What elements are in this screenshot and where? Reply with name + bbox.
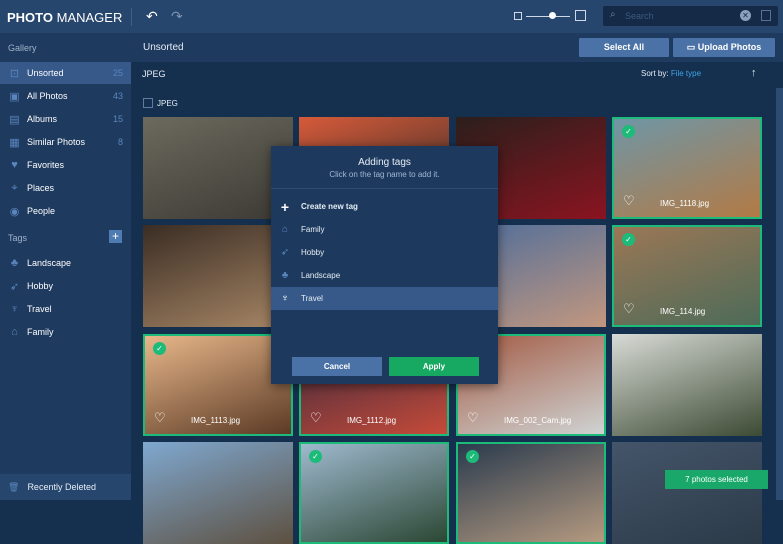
heart-icon[interactable]: ♡ — [310, 410, 322, 426]
dialog-subtitle: Click on the tag name to add it. — [329, 170, 440, 179]
gallery-heading: Gallery — [8, 43, 37, 53]
group-title: JPEG — [142, 69, 166, 79]
selection-count-badge: 7 photos selected — [665, 470, 768, 489]
plus-icon: + — [280, 198, 290, 215]
undo-button[interactable]: ↶ — [146, 8, 158, 25]
adding-tags-dialog: Adding tags Click on the tag name to add… — [271, 146, 498, 384]
tags-heading: Tags — [8, 233, 28, 243]
dialog-title: Adding tags — [358, 157, 411, 168]
add-tag-button[interactable]: + — [109, 230, 122, 243]
check-icon[interactable]: ✓ — [309, 450, 322, 463]
search-input[interactable]: Search — [625, 11, 654, 21]
dialog-tag-hobby[interactable]: ➶ Hobby — [271, 241, 498, 264]
dialog-tag-travel[interactable]: ♆ Travel — [271, 287, 498, 310]
thumbnail-size-slider[interactable] — [514, 10, 588, 22]
small-image-icon — [514, 12, 522, 20]
photo-thumbnail[interactable]: ✓ ♡ IMG_1118.jpg — [612, 117, 762, 219]
photo-thumbnail[interactable]: ✓ — [456, 442, 606, 544]
cancel-button[interactable]: Cancel — [292, 357, 382, 376]
people-icon: ◉ — [9, 205, 20, 218]
sidebar-item-unsorted[interactable]: ⊡ Unsorted 25 — [0, 62, 131, 84]
large-image-icon — [575, 10, 586, 21]
photos-icon: ▣ — [9, 90, 20, 103]
trash-icon: 🗑 — [8, 481, 20, 492]
heart-icon[interactable]: ♡ — [623, 193, 635, 209]
pin-icon: ⌖ — [11, 181, 18, 194]
heart-icon[interactable]: ♡ — [154, 410, 166, 426]
redo-button[interactable]: ↷ — [171, 8, 183, 25]
dialog-tag-family[interactable]: ⌂ Family — [271, 218, 498, 241]
unsorted-icon: ⊡ — [9, 67, 20, 80]
slider-knob[interactable] — [549, 12, 556, 19]
photo-thumbnail[interactable]: ✓ — [299, 442, 449, 544]
sidebar-item-all-photos[interactable]: ▣ All Photos 43 — [0, 85, 131, 107]
sort-control[interactable]: Sort by: File type — [641, 69, 701, 78]
tag-family[interactable]: ⌂ Family — [0, 321, 131, 343]
recently-deleted[interactable]: 🗑 Recently Deleted — [0, 474, 131, 500]
search-box[interactable]: ⌕ Search ✕ — [603, 6, 778, 26]
heart-icon: ♥ — [11, 159, 18, 171]
sidebar-item-favorites[interactable]: ♥ Favorites — [0, 154, 131, 176]
laptop-icon: ▭ — [686, 42, 698, 52]
house-icon: ⌂ — [11, 326, 18, 338]
photo-filename: IMG_1112.jpg — [347, 416, 397, 425]
search-icon: ⌕ — [610, 9, 616, 20]
rocket-icon: ➶ — [9, 280, 20, 293]
sidebar: Gallery Tags + 🗑 Recently Deleted ⊡ Unsort… — [0, 33, 131, 500]
content-header: Unsorted Select All ▭ Upload Photos — [131, 33, 783, 62]
create-new-tag[interactable]: + Create new tag — [271, 195, 498, 218]
upload-photos-button[interactable]: ▭ Upload Photos — [673, 38, 775, 57]
sidebar-item-similar-photos[interactable]: ▦ Similar Photos 8 — [0, 131, 131, 153]
similar-icon: ▦ — [9, 136, 20, 149]
tag-landscape[interactable]: ♣ Landscape — [0, 252, 131, 274]
photo-thumbnail[interactable] — [612, 334, 762, 436]
heart-icon[interactable]: ♡ — [467, 410, 479, 426]
photo-thumbnail[interactable] — [612, 442, 762, 544]
photo-filename: IMG_1113.jpg — [191, 416, 241, 425]
check-icon[interactable]: ✓ — [622, 233, 635, 246]
scrollbar[interactable] — [776, 88, 783, 500]
photo-filename: IMG_1118.jpg — [660, 199, 710, 208]
group-checkbox[interactable] — [143, 98, 153, 108]
house-icon: ⌂ — [281, 224, 289, 235]
palm-icon: ♆ — [281, 293, 289, 304]
check-icon[interactable]: ✓ — [153, 342, 166, 355]
check-icon[interactable]: ✓ — [466, 450, 479, 463]
photo-filename: IMG_002_Cam.jpg — [504, 416, 572, 425]
calendar-icon[interactable] — [761, 10, 771, 21]
sidebar-item-places[interactable]: ⌖ Places — [0, 177, 131, 199]
sidebar-item-albums[interactable]: ▤ Albums 15 — [0, 108, 131, 130]
check-icon[interactable]: ✓ — [622, 125, 635, 138]
tag-hobby[interactable]: ➶ Hobby — [0, 275, 131, 297]
dialog-tag-landscape[interactable]: ♣ Landscape — [271, 264, 498, 287]
palm-icon: ♆ — [10, 303, 19, 315]
page-title: Unsorted — [143, 42, 184, 53]
group-checkbox-label: JPEG — [157, 99, 178, 108]
top-bar: PHOTO MANAGER ↶ ↷ ⌕ Search ✕ — [0, 0, 783, 33]
apply-button[interactable]: Apply — [389, 357, 479, 376]
group-bar: JPEG Sort by: File type ↑ — [131, 62, 783, 86]
albums-icon: ▤ — [9, 113, 20, 126]
photo-thumbnail[interactable]: ✓ ♡ IMG_114.jpg — [612, 225, 762, 327]
sidebar-item-people[interactable]: ◉ People — [0, 200, 131, 222]
trees-icon: ♣ — [10, 257, 19, 269]
heart-icon[interactable]: ♡ — [623, 301, 635, 317]
clear-search-icon[interactable]: ✕ — [740, 10, 751, 21]
tag-travel[interactable]: ♆ Travel — [0, 298, 131, 320]
app-logo: PHOTO MANAGER — [7, 10, 123, 25]
trees-icon: ♣ — [281, 270, 289, 281]
photo-filename: IMG_114.jpg — [660, 307, 706, 316]
sort-direction-icon[interactable]: ↑ — [751, 67, 757, 79]
photo-thumbnail[interactable] — [143, 442, 293, 544]
select-all-button[interactable]: Select All — [579, 38, 669, 57]
rocket-icon: ➶ — [280, 247, 290, 258]
divider — [131, 8, 132, 26]
